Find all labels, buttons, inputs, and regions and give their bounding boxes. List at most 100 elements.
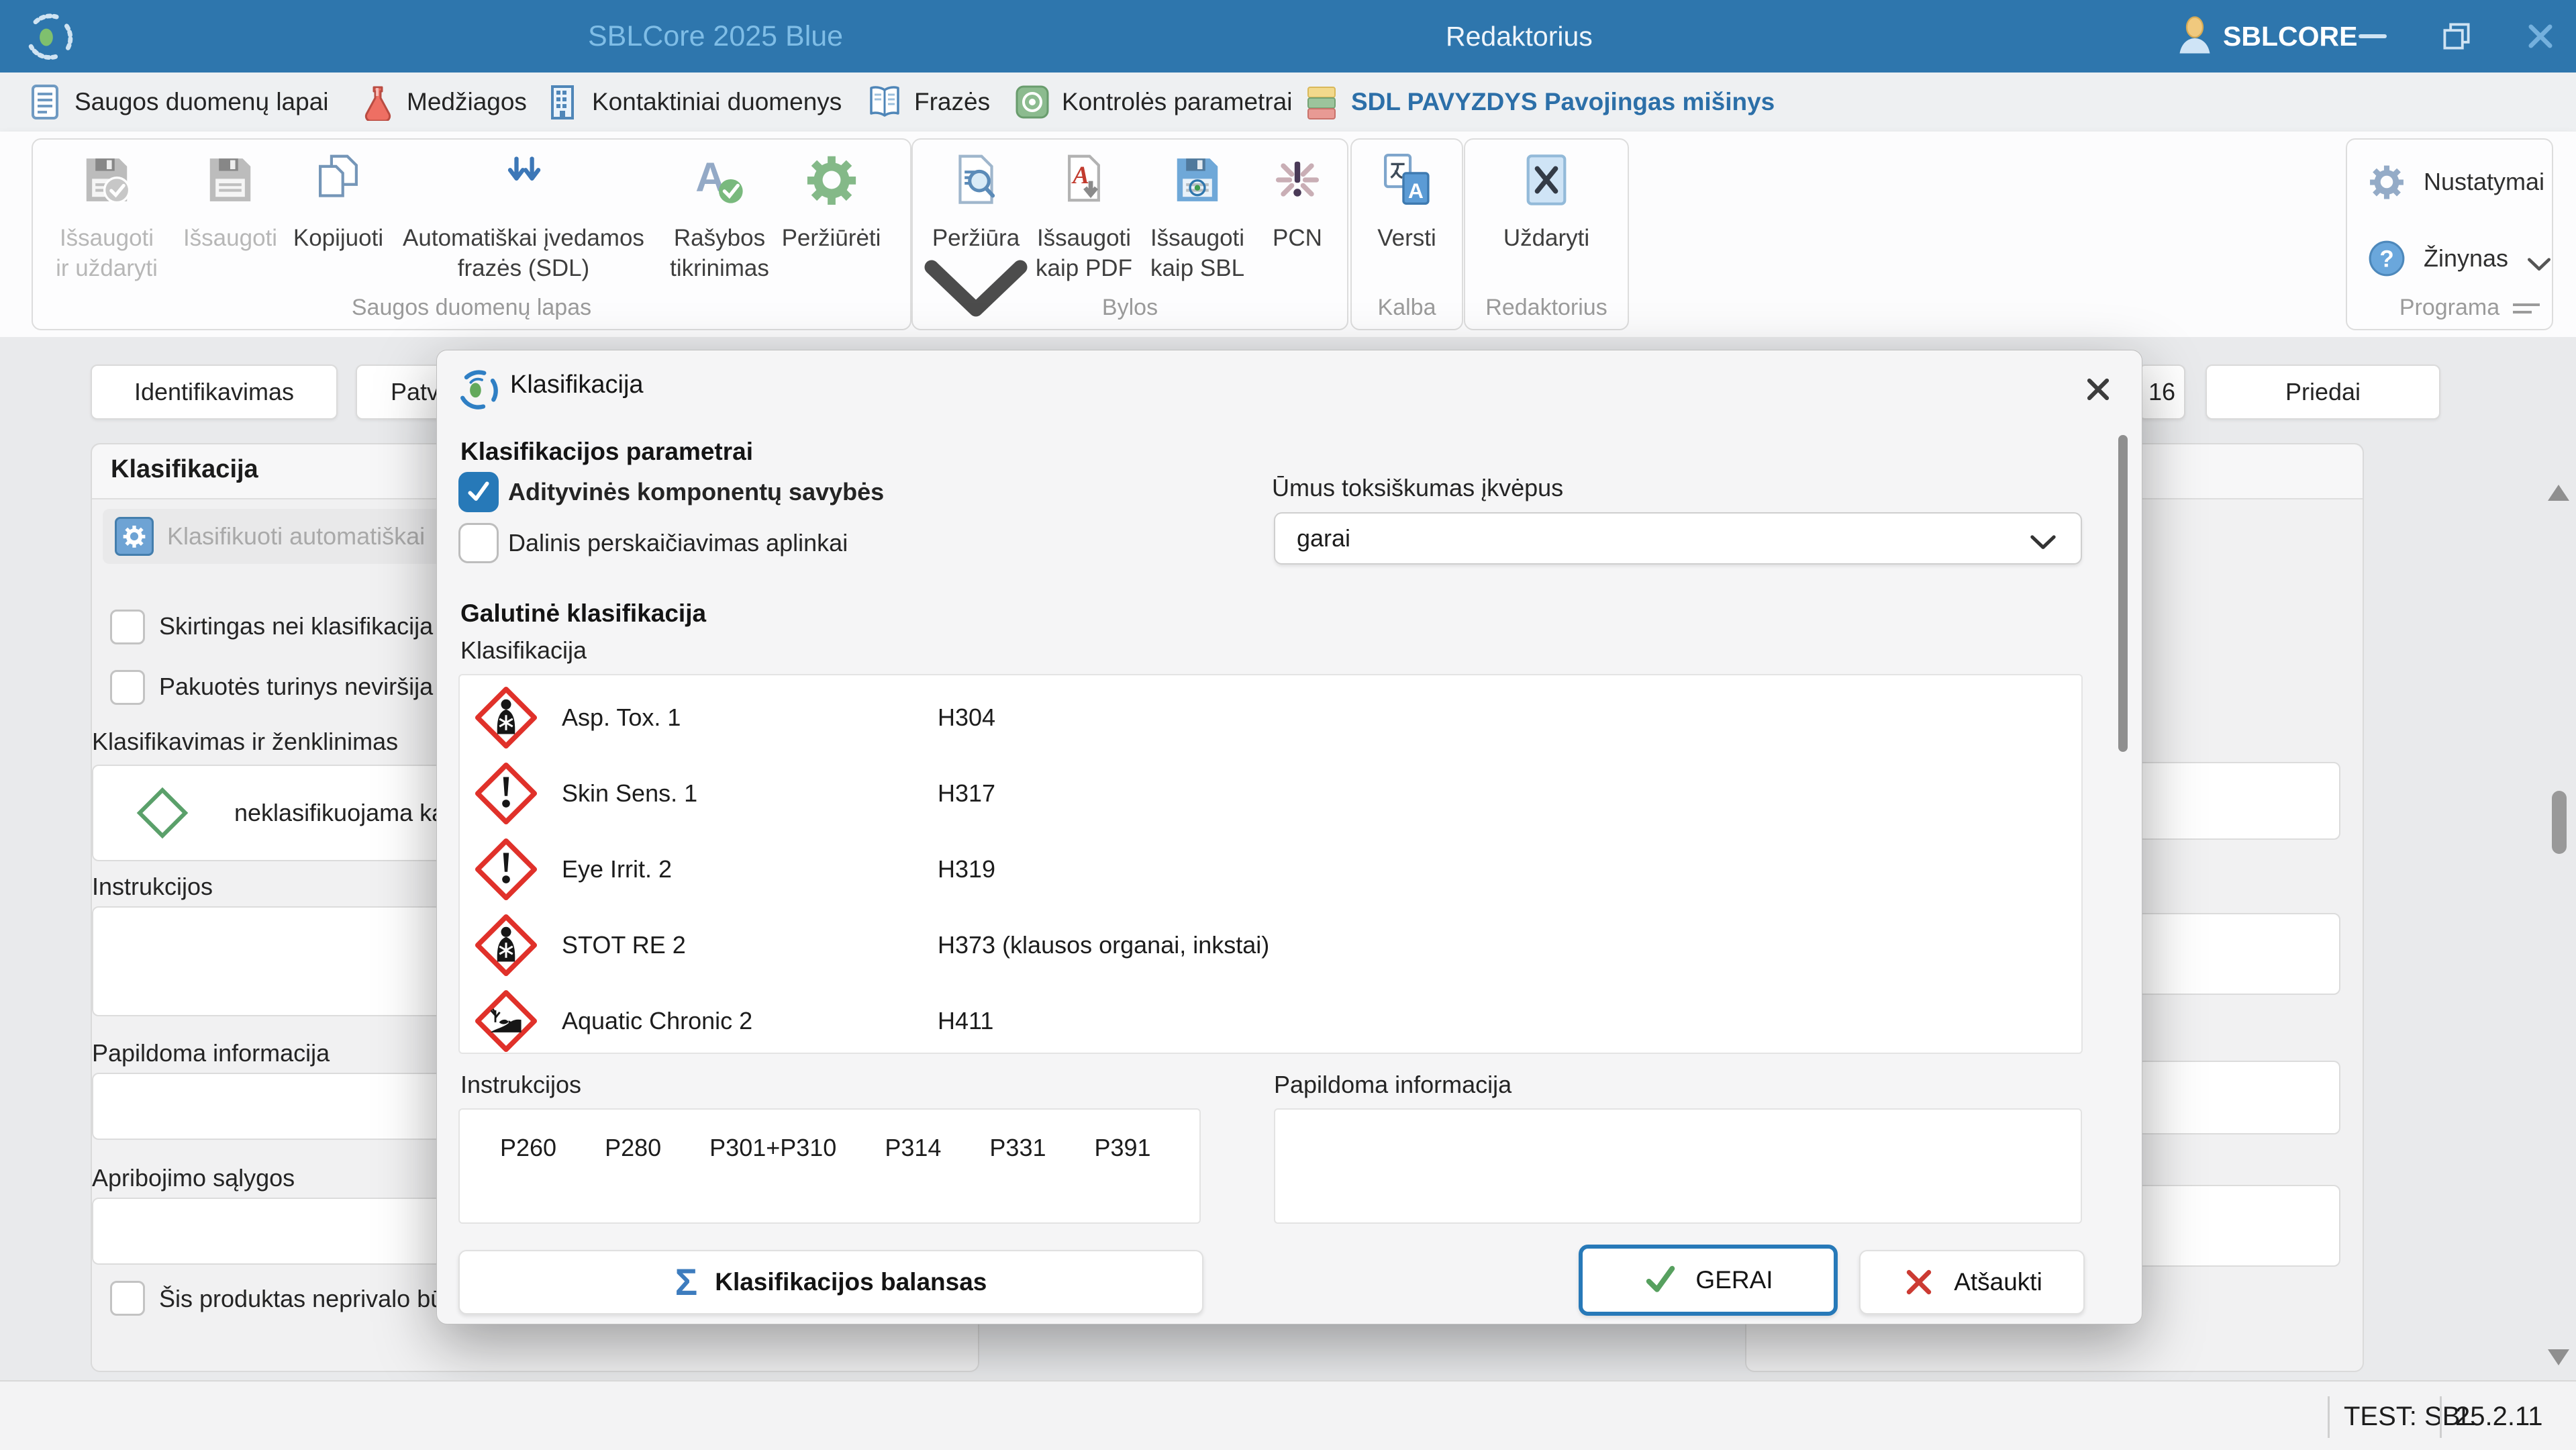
instructions-label: Instrukcijos	[460, 1071, 581, 1099]
title-bar: SBLCore 2025 Blue Redaktorius SBLCORE	[0, 0, 2576, 72]
classification-row[interactable]: Eye Irrit. 2 H319	[460, 831, 2081, 907]
green-diamond-icon	[134, 784, 191, 842]
p-code[interactable]: P314	[885, 1134, 941, 1162]
tab-label: SDL PAVYZDYS Pavojingas mišinys	[1351, 88, 1775, 116]
tab-active-document[interactable]: SDL PAVYZDYS Pavojingas mišinys	[1303, 72, 1775, 132]
main-tab-bar: Saugos duomenų lapai Medžiagos Kontaktin…	[0, 72, 2576, 132]
section-tab-attachments[interactable]: Priedai	[2206, 365, 2440, 420]
dialog-close-button[interactable]	[2079, 371, 2117, 408]
ok-button[interactable]: GERAI	[1579, 1245, 1838, 1316]
spellcheck-icon: A	[691, 152, 748, 208]
tab-label: Kontaktiniai duomenys	[592, 88, 842, 116]
sbl-floppy-icon	[1169, 152, 1226, 208]
account-name[interactable]: SBLCORE	[2223, 0, 2357, 72]
chevron-down-icon[interactable]	[2526, 250, 2553, 267]
ribbon-group-label: Redaktorius	[1465, 295, 1628, 321]
ribbon-group-label: Bylos	[913, 295, 1347, 321]
user-icon	[2175, 16, 2215, 56]
acute-toxicity-select[interactable]: garai	[1274, 512, 2082, 565]
classification-balance-button[interactable]: Σ Klasifikacijos balansas	[458, 1250, 1203, 1314]
background-field[interactable]	[2134, 1061, 2340, 1134]
classification-row[interactable]: Skin Sens. 1 H317	[460, 755, 2081, 831]
sdl-doc-icon	[1303, 83, 1340, 121]
additive-checkbox-label: Adityvinės komponentų savybės	[508, 478, 884, 506]
classification-list[interactable]: Asp. Tox. 1 H304 Skin Sens. 1 H317 Eye I…	[458, 674, 2083, 1054]
p-code[interactable]: P391	[1095, 1134, 1151, 1162]
ribbon-group-files: Peržiūra A Išsaugoti kaip PDF Išsaugot	[911, 138, 1348, 330]
p-code[interactable]: P331	[989, 1134, 1046, 1162]
x-icon	[1901, 1265, 1936, 1300]
scrollbar-thumb[interactable]	[2552, 791, 2567, 854]
classification-label: Klasifikacija	[460, 636, 587, 665]
building-icon	[544, 83, 581, 121]
background-field[interactable]	[2134, 762, 2340, 840]
tab-sds-list[interactable]: Saugos duomenų lapai	[26, 72, 329, 132]
classification-row[interactable]: Aquatic Chronic 2 H411	[460, 983, 2081, 1059]
acute-toxicity-label: Ūmus toksiškumas įkvėpus	[1272, 474, 1563, 502]
final-heading: Galutinė klasifikacija	[460, 599, 706, 628]
auto-phrases-arrows-icon	[495, 152, 552, 208]
ribbon-group-editor: Uždaryti Redaktorius	[1464, 138, 1629, 330]
auto-phrases-button[interactable]: Automatiškai įvedamos frazės (SDL)	[379, 152, 668, 283]
target-icon	[1013, 83, 1051, 121]
gear-icon	[2367, 162, 2406, 201]
cancel-button[interactable]: Atšaukti	[1859, 1250, 2085, 1314]
classification-row[interactable]: Asp. Tox. 1 H304	[460, 679, 2081, 755]
section-tab-16[interactable]: 16	[2138, 365, 2185, 420]
different-classification-checkbox[interactable]	[110, 610, 145, 644]
tab-substances[interactable]: Medžiagos	[358, 72, 527, 132]
panel-title: Klasifikacija	[111, 455, 258, 484]
app-logo-icon	[23, 11, 74, 62]
settings-button[interactable]: Nustatymai	[2367, 162, 2544, 201]
classification-row[interactable]: STOT RE 2 H373 (klausos organai, inkstai…	[460, 907, 2081, 983]
copy-icon	[310, 152, 366, 208]
scrollbar-down-arrow[interactable]	[2548, 1349, 2569, 1365]
partial-recalc-checkbox[interactable]	[458, 523, 499, 563]
help-icon: ?	[2367, 239, 2406, 278]
tab-label: Kontrolės parametrai	[1062, 88, 1292, 116]
additive-checkbox[interactable]	[458, 472, 499, 512]
p-code[interactable]: P280	[605, 1134, 661, 1162]
minimize-button[interactable]	[2342, 0, 2403, 72]
tab-control-parameters[interactable]: Kontrolės parametrai	[1013, 72, 1292, 132]
sds-list-icon	[26, 83, 64, 121]
background-field[interactable]	[2134, 1185, 2340, 1267]
scrollbar-up-arrow[interactable]	[2548, 485, 2569, 501]
ribbon-group-program: Nustatymai ? Žinynas Programa	[2346, 138, 2553, 330]
book-icon	[866, 83, 903, 121]
close-editor-button[interactable]: Uždaryti	[1479, 152, 1614, 253]
close-icon	[2083, 374, 2114, 405]
background-field[interactable]	[2134, 913, 2340, 995]
close-icon	[2524, 19, 2557, 53]
additional-info-textarea[interactable]	[1274, 1108, 2082, 1224]
p-codes-box[interactable]: P260 P280 P301+P310 P314 P331 P391	[458, 1108, 1201, 1224]
dialog-scrollbar-thumb[interactable]	[2118, 435, 2128, 752]
close-editor-icon	[1518, 152, 1575, 208]
preview-icon	[948, 152, 1004, 208]
package-content-checkbox[interactable]	[110, 670, 145, 705]
help-button[interactable]: ? Žinynas	[2367, 239, 2553, 278]
pdf-icon: A	[1056, 152, 1112, 208]
review-gear-icon	[803, 152, 860, 208]
section-tab-identification[interactable]: Identifikavimas	[91, 365, 338, 420]
review-button[interactable]: Peržiūrėti	[759, 152, 903, 253]
app-window: SBLCore 2025 Blue Redaktorius SBLCORE	[0, 0, 2576, 1450]
save-and-close-button[interactable]: Išsaugoti ir uždaryti	[33, 152, 181, 283]
tab-label: Saugos duomenų lapai	[75, 88, 329, 116]
product-exempt-checkbox[interactable]	[110, 1281, 145, 1316]
close-button[interactable]	[2510, 0, 2571, 72]
translate-button[interactable]: A Versti	[1356, 152, 1457, 253]
pcn-button[interactable]: PCN	[1257, 152, 1338, 253]
p-code[interactable]: P260	[500, 1134, 556, 1162]
save-as-sbl-button[interactable]: Išsaugoti kaip SBL	[1130, 152, 1265, 283]
maximize-button[interactable]	[2426, 0, 2487, 72]
ghs07-exclamation-icon	[475, 838, 538, 901]
dialog-title: Klasifikacija	[510, 371, 644, 399]
p-code[interactable]: P301+P310	[709, 1134, 836, 1162]
pcn-burst-icon	[1269, 152, 1326, 208]
tab-phrases[interactable]: Frazės	[866, 72, 990, 132]
tab-contacts[interactable]: Kontaktiniai duomenys	[544, 72, 842, 132]
ghs08-health-hazard-icon	[475, 914, 538, 977]
group-menu-icon[interactable]	[2513, 299, 2540, 318]
app-title: SBLCore 2025 Blue	[588, 0, 843, 72]
